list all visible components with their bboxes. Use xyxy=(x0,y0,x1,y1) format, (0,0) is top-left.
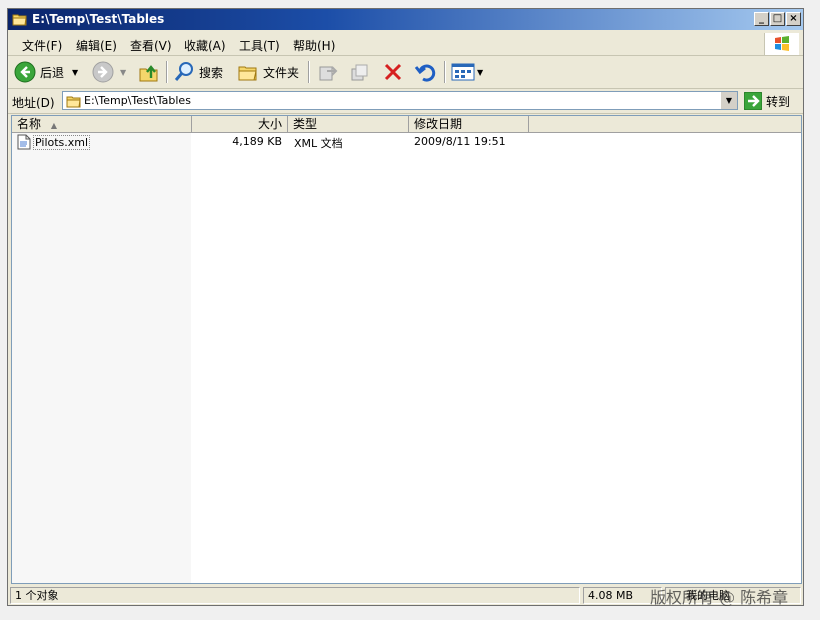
delete-button[interactable] xyxy=(382,59,404,85)
back-arrow-icon xyxy=(14,61,36,83)
up-folder-button[interactable] xyxy=(138,59,160,85)
address-dropdown-button[interactable]: ▼ xyxy=(720,92,737,109)
toolbar-separator xyxy=(308,61,310,83)
close-button[interactable]: × xyxy=(786,12,801,26)
go-arrow-icon xyxy=(744,92,762,110)
search-icon xyxy=(174,62,193,81)
column-header-size[interactable]: 大小 xyxy=(192,116,288,132)
copy-to-icon xyxy=(351,64,368,81)
folder-icon xyxy=(12,14,27,26)
up-folder-icon xyxy=(139,65,158,82)
address-input[interactable]: E:\Temp\Test\Tables ▼ xyxy=(62,91,738,110)
search-button[interactable]: 搜索 xyxy=(173,59,223,85)
undo-icon xyxy=(414,64,436,82)
folders-button[interactable]: 文件夹 xyxy=(237,59,299,85)
menu-file[interactable]: 文件(F) xyxy=(22,37,62,54)
explorer-window: E:\Temp\Test\Tables _ □ × 文件(F) 编辑(E) 查看… xyxy=(7,8,804,606)
toolbar-separator xyxy=(166,61,168,83)
toolbar-separator xyxy=(444,61,446,83)
menu-bar: 文件(F) 编辑(E) 查看(V) 收藏(A) 工具(T) 帮助(H) xyxy=(8,31,803,56)
folder-icon xyxy=(66,96,81,108)
table-row[interactable]: Pilots.xml 4,189 KB XML 文档 2009/8/11 19:… xyxy=(12,134,801,150)
forward-arrow-icon xyxy=(92,61,114,83)
toolbar: 后退 ▼ ▼ 搜索 文件夹 ▼ xyxy=(8,56,803,89)
go-label: 转到 xyxy=(766,94,791,109)
back-dropdown-icon[interactable]: ▼ xyxy=(72,68,78,77)
file-size: 4,189 KB xyxy=(232,135,282,148)
windows-logo xyxy=(764,33,799,55)
move-to-button[interactable] xyxy=(317,59,339,85)
folders-label: 文件夹 xyxy=(263,65,300,80)
column-type-label: 类型 xyxy=(293,117,318,131)
folders-icon xyxy=(238,66,257,81)
move-to-icon xyxy=(319,66,338,81)
menu-favorites[interactable]: 收藏(A) xyxy=(184,37,226,54)
column-header-modified[interactable]: 修改日期 xyxy=(409,116,529,132)
back-button[interactable]: 后退 ▼ xyxy=(14,59,78,85)
views-button[interactable]: ▼ xyxy=(451,59,483,85)
list-header: 名称 ▲ 大小 类型 修改日期 xyxy=(12,116,801,133)
address-label: 地址(D) xyxy=(12,96,55,110)
file-type: XML 文档 xyxy=(294,137,343,150)
maximize-button[interactable]: □ xyxy=(770,12,785,26)
copyright-watermark: 版权所有 @ 陈希章 xyxy=(650,588,789,607)
views-icon xyxy=(451,63,475,81)
copy-to-button[interactable] xyxy=(349,59,371,85)
window-title: E:\Temp\Test\Tables xyxy=(32,12,165,26)
file-name[interactable]: Pilots.xml xyxy=(33,135,91,150)
menu-tools[interactable]: 工具(T) xyxy=(239,37,280,54)
go-button[interactable]: 转到 xyxy=(744,91,790,111)
menu-help[interactable]: 帮助(H) xyxy=(293,37,335,54)
column-name-label: 名称 xyxy=(17,117,42,131)
sorted-column-highlight xyxy=(12,132,191,583)
column-header-name[interactable]: 名称 ▲ xyxy=(12,116,192,132)
column-size-label: 大小 xyxy=(257,117,282,131)
forward-button[interactable]: ▼ xyxy=(92,59,126,85)
address-value: E:\Temp\Test\Tables xyxy=(84,94,191,107)
file-list[interactable]: 名称 ▲ 大小 类型 修改日期 Pilots.xml 4,189 KB XML … xyxy=(11,115,802,584)
minimize-button[interactable]: _ xyxy=(754,12,769,26)
search-label: 搜索 xyxy=(199,65,224,80)
status-object-count: 1 个对象 xyxy=(10,587,580,604)
sort-ascending-icon: ▲ xyxy=(50,121,57,130)
address-bar: 地址(D) E:\Temp\Test\Tables ▼ 转到 xyxy=(8,89,803,114)
views-dropdown-icon[interactable]: ▼ xyxy=(477,68,483,77)
column-header-type[interactable]: 类型 xyxy=(288,116,409,132)
menu-edit[interactable]: 编辑(E) xyxy=(76,37,117,54)
forward-dropdown-icon[interactable]: ▼ xyxy=(120,68,126,77)
column-modified-label: 修改日期 xyxy=(414,117,463,131)
back-label: 后退 xyxy=(40,65,65,80)
file-modified: 2009/8/11 19:51 xyxy=(414,135,506,148)
title-bar[interactable]: E:\Temp\Test\Tables _ □ × xyxy=(8,9,803,30)
delete-icon xyxy=(384,63,402,81)
menu-view[interactable]: 查看(V) xyxy=(130,37,172,54)
xml-file-icon xyxy=(17,134,31,150)
undo-button[interactable] xyxy=(414,59,436,85)
